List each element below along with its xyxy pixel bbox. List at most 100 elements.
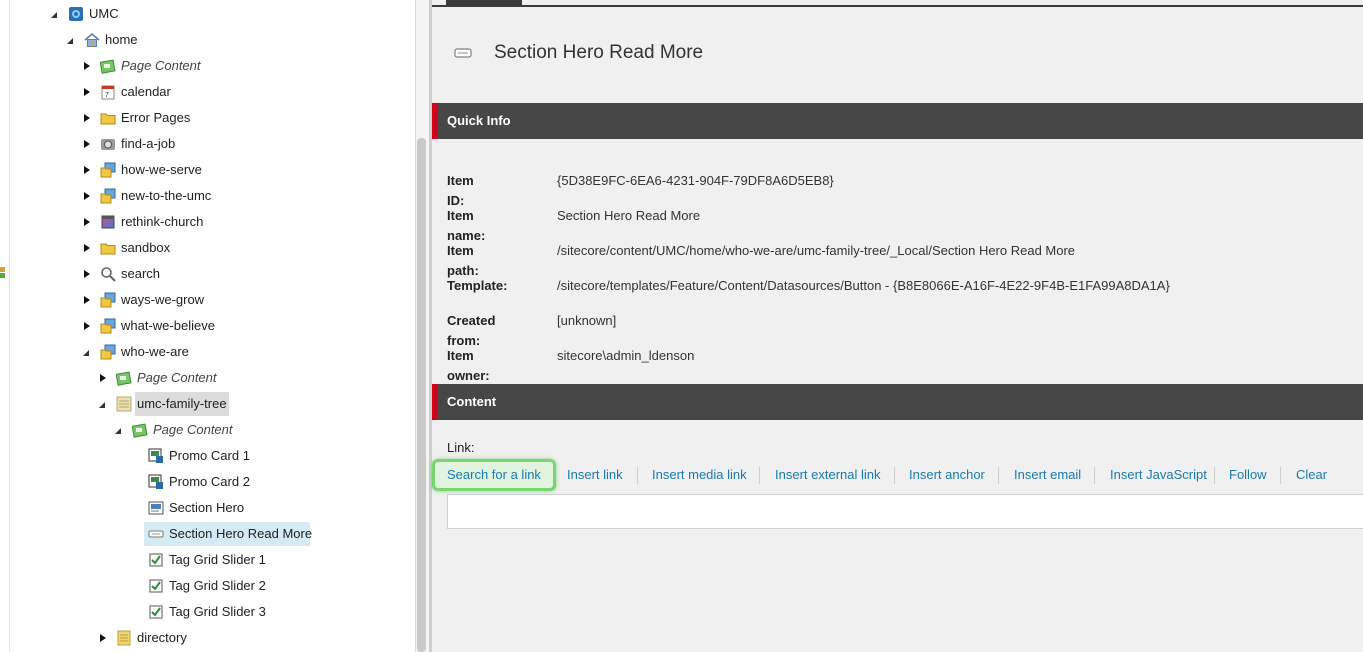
tree-node-label: Promo Card 1 bbox=[169, 448, 250, 463]
info-key: Item name: bbox=[447, 208, 486, 243]
home-icon bbox=[84, 32, 100, 47]
checkbox-item-icon bbox=[149, 579, 163, 593]
search-for-a-link-button[interactable]: Search for a link bbox=[432, 459, 556, 491]
collapse-toggle-icon[interactable] bbox=[98, 626, 108, 650]
collapse-toggle-icon[interactable] bbox=[82, 262, 92, 286]
editor-tab-active[interactable] bbox=[446, 0, 522, 6]
tree-node-label: Section Hero bbox=[169, 500, 245, 515]
toolbar-separator bbox=[637, 467, 638, 484]
collapse-toggle-icon[interactable] bbox=[82, 106, 92, 130]
insert-email-button[interactable]: Insert email bbox=[1014, 460, 1081, 490]
page-content-icon bbox=[100, 59, 116, 74]
tree-node-label: Error Pages bbox=[121, 110, 191, 125]
collapse-toggle-icon[interactable] bbox=[98, 366, 108, 390]
tree-node-label: Tag Grid Slider 1 bbox=[169, 552, 266, 567]
collapse-toggle-icon[interactable] bbox=[82, 210, 92, 234]
tree-gutter bbox=[9, 0, 10, 652]
page-folder-icon bbox=[100, 162, 116, 178]
info-key: Template: bbox=[447, 278, 508, 293]
document-icon bbox=[117, 630, 131, 646]
toolbar-separator bbox=[998, 467, 999, 484]
tree-node-label: ways-we-grow bbox=[121, 292, 205, 307]
page-folder-icon bbox=[100, 292, 116, 308]
collapse-toggle-icon[interactable] bbox=[82, 184, 92, 208]
info-value: [unknown] bbox=[557, 313, 617, 328]
section-title: Content bbox=[447, 394, 497, 409]
tree-node-label: calendar bbox=[121, 84, 171, 99]
collapse-toggle-icon[interactable] bbox=[82, 236, 92, 260]
expand-toggle-icon[interactable] bbox=[82, 340, 92, 364]
info-key: Item path: bbox=[447, 243, 479, 278]
info-key: Item owner: bbox=[447, 348, 490, 383]
item-title: Section Hero Read More bbox=[494, 42, 704, 63]
tree-node-label: UMC bbox=[89, 6, 119, 21]
follow-button[interactable]: Follow bbox=[1229, 460, 1267, 490]
tree-node-label: umc-family-tree bbox=[135, 392, 229, 416]
clear-button[interactable]: Clear bbox=[1296, 460, 1327, 490]
toolbar-separator bbox=[759, 467, 760, 484]
promo-card-icon bbox=[148, 474, 163, 489]
collapse-toggle-icon[interactable] bbox=[82, 314, 92, 338]
field-label-link: Link: bbox=[447, 440, 475, 455]
collapse-toggle-icon[interactable] bbox=[82, 54, 92, 78]
editor-tab-strip bbox=[432, 5, 1363, 7]
collapse-toggle-icon[interactable] bbox=[82, 80, 92, 104]
tree-node-label: rethink-church bbox=[121, 214, 204, 229]
gutter-marker-icon bbox=[0, 267, 5, 278]
info-value[interactable]: /sitecore/templates/Feature/Content/Data… bbox=[557, 276, 1170, 296]
tree-node-label: sandbox bbox=[121, 240, 171, 255]
tree-node-label: how-we-serve bbox=[121, 162, 202, 177]
toolbar-separator bbox=[1280, 467, 1281, 484]
expand-toggle-icon[interactable] bbox=[114, 418, 124, 442]
document-icon bbox=[116, 396, 132, 412]
collapse-toggle-icon[interactable] bbox=[82, 158, 92, 182]
tree-scrollbar-thumb[interactable] bbox=[417, 138, 426, 652]
insert-javascript-button[interactable]: Insert JavaScript bbox=[1110, 460, 1207, 490]
section-header-content[interactable]: Content bbox=[432, 384, 1363, 420]
expand-toggle-icon[interactable] bbox=[98, 392, 108, 416]
item-editor: Section Hero Read More Quick Info Item I… bbox=[432, 0, 1363, 652]
info-value: /sitecore/content/UMC/home/who-we-are/um… bbox=[557, 243, 1076, 258]
checkbox-item-icon bbox=[149, 553, 163, 567]
tree-node-label: find-a-job bbox=[121, 136, 176, 151]
toolbar-separator bbox=[1214, 467, 1215, 484]
tree-node-label: who-we-are bbox=[121, 344, 189, 359]
info-value: {5D38E9FC-6EA6-4231-904F-79DF8A6D5EB8} bbox=[557, 173, 834, 188]
folder-icon bbox=[100, 113, 116, 125]
tree-node-label: Page Content bbox=[153, 422, 233, 437]
page-content-icon bbox=[132, 423, 148, 438]
tree-node-label: Page Content bbox=[121, 58, 201, 73]
tree-node-label: Promo Card 2 bbox=[169, 474, 250, 489]
gradient-page-icon bbox=[101, 215, 115, 229]
insert-link-button[interactable]: Insert link bbox=[567, 460, 623, 490]
page-content-icon bbox=[116, 371, 132, 386]
link-field-input[interactable] bbox=[447, 494, 1363, 529]
tree-node-label: directory bbox=[137, 630, 187, 645]
info-value: Section Hero Read More bbox=[557, 208, 701, 223]
tree-node-label: Tag Grid Slider 2 bbox=[169, 578, 266, 593]
checkbox-item-icon bbox=[149, 605, 163, 619]
tree-node-label: Tag Grid Slider 3 bbox=[169, 604, 266, 619]
tree-node-label: search bbox=[121, 266, 161, 281]
promo-card-icon bbox=[148, 448, 163, 463]
insert-external-link-button[interactable]: Insert external link bbox=[775, 460, 881, 490]
insert-media-link-button[interactable]: Insert media link bbox=[652, 460, 747, 490]
insert-anchor-button[interactable]: Insert anchor bbox=[909, 460, 985, 490]
camera-icon bbox=[101, 139, 115, 150]
expand-toggle-icon[interactable] bbox=[50, 2, 60, 26]
content-tree: UMC home Page Content 7 calendar Error P… bbox=[0, 0, 415, 652]
info-key: Item ID: bbox=[447, 173, 474, 208]
expand-toggle-icon[interactable] bbox=[66, 28, 76, 52]
info-key: Created from: bbox=[447, 313, 496, 348]
folder-icon bbox=[100, 243, 116, 255]
site-globe-icon bbox=[69, 7, 83, 21]
svg-text:7: 7 bbox=[105, 92, 109, 99]
section-header-quick-info[interactable]: Quick Info bbox=[432, 103, 1363, 139]
toolbar-separator bbox=[894, 467, 895, 484]
hero-banner-icon bbox=[148, 501, 164, 515]
collapse-toggle-icon[interactable] bbox=[82, 288, 92, 312]
button-icon bbox=[454, 48, 472, 58]
button-icon bbox=[148, 530, 164, 538]
info-value: sitecore\admin_ldenson bbox=[557, 348, 695, 363]
collapse-toggle-icon[interactable] bbox=[82, 132, 92, 156]
